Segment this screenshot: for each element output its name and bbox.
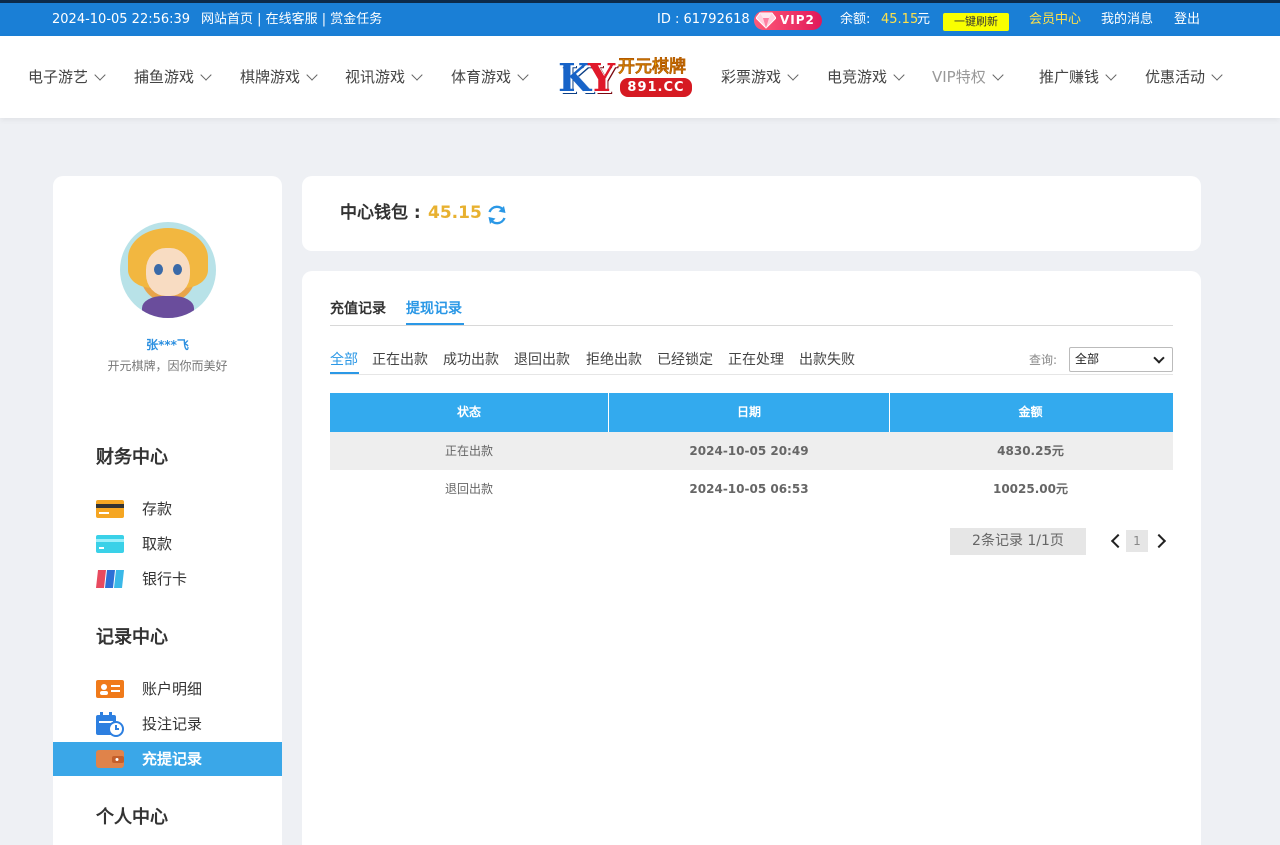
pager-prev-icon[interactable] <box>1110 533 1126 549</box>
tab-withdraw-records[interactable]: 提现记录 <box>406 298 462 318</box>
site-logo[interactable]: KY 开元棋牌 891.CC <box>558 56 696 100</box>
column-date: 日期 <box>736 405 761 419</box>
datetime: 2024-10-05 22:56:39 <box>52 12 191 27</box>
wallet-card: 中心钱包 : 45.15 <box>302 176 1201 251</box>
user-id: ID : 61792618 <box>657 12 750 27</box>
filter-success-payout[interactable]: 成功出款 <box>443 349 499 369</box>
chevron-down-icon <box>306 69 318 81</box>
calendar-clock-icon <box>96 712 124 737</box>
table-row: 正在出款 2024-10-05 20:49 4830.25元 <box>330 432 1173 470</box>
row-amount: 4830.25元 <box>997 444 1064 458</box>
balance-label: 余额: <box>840 12 871 27</box>
chevron-down-icon <box>411 69 423 81</box>
nav-item-slots[interactable]: 电子游艺 <box>28 36 106 118</box>
logo-name: 开元棋牌 <box>618 57 686 77</box>
pager-page-1[interactable]: 1 <box>1126 530 1148 552</box>
table-row: 退回出款 2024-10-05 06:53 10025.00元 <box>330 470 1173 508</box>
nav-item-lottery[interactable]: 彩票游戏 <box>721 36 799 118</box>
query-select[interactable]: 全部 <box>1069 347 1173 372</box>
chevron-down-icon <box>200 69 212 81</box>
pager-next-icon[interactable] <box>1151 533 1167 549</box>
table-header: 状态 日期 金额 <box>330 393 1173 432</box>
id-card-icon <box>96 680 124 698</box>
nav-item-vip[interactable]: VIP特权 <box>932 36 1004 118</box>
chevron-down-icon <box>992 69 1004 81</box>
nav-item-promote[interactable]: 推广赚钱 <box>1039 36 1117 118</box>
sidebar-item-deposit-withdraw-records[interactable]: 充提记录 <box>53 742 282 776</box>
sidebar-item-bet-records[interactable]: 投注记录 <box>53 707 282 741</box>
bank-card-icon <box>96 570 124 588</box>
logout-link[interactable]: 登出 <box>1174 3 1200 36</box>
filter-divider <box>330 374 1173 375</box>
chevron-down-icon <box>893 69 905 81</box>
balance-value: 45.15 <box>881 12 919 27</box>
records-panel: 充值记录 提现记录 全部 正在出款 成功出款 退回出款 拒绝出款 已经锁定 正在… <box>302 271 1201 845</box>
nav-item-fishing[interactable]: 捕鱼游戏 <box>134 36 212 118</box>
chevron-down-icon <box>1105 69 1117 81</box>
chevron-down-icon <box>1153 352 1165 364</box>
personal-center-title: 个人中心 <box>96 807 168 828</box>
wallet-label: 中心钱包 : <box>340 203 421 223</box>
tab-divider <box>330 325 1173 326</box>
chevron-down-icon <box>787 69 799 81</box>
filter-processing-payout[interactable]: 正在出款 <box>372 349 428 369</box>
pager-info: 2条记录 1/1页 <box>950 528 1086 555</box>
nav-item-live[interactable]: 视讯游戏 <box>345 36 423 118</box>
nav-item-esports[interactable]: 电竞游戏 <box>827 36 905 118</box>
vip-level: VIP2 <box>780 13 815 27</box>
filter-returned-payout[interactable]: 退回出款 <box>514 349 570 369</box>
member-center-link[interactable]: 会员中心 <box>1029 3 1081 36</box>
column-amount: 金额 <box>1018 405 1043 419</box>
wallet-amount: 45.15 <box>428 203 482 223</box>
finance-center-title: 财务中心 <box>96 447 168 468</box>
filter-all[interactable]: 全部 <box>330 349 358 369</box>
wallet-card-icon <box>96 535 124 553</box>
nav-item-promotions[interactable]: 优惠活动 <box>1145 36 1223 118</box>
nav-item-sports[interactable]: 体育游戏 <box>451 36 529 118</box>
records-table: 状态 日期 金额 正在出款 2024-10-05 20:49 4830.25元 … <box>330 393 1173 508</box>
row-status: 正在出款 <box>444 444 493 458</box>
sidebar-item-withdraw[interactable]: 取款 <box>53 527 282 561</box>
row-amount: 10025.00元 <box>992 482 1068 496</box>
filter-locked[interactable]: 已经锁定 <box>657 349 713 369</box>
filter-payout-failed[interactable]: 出款失败 <box>799 349 855 369</box>
query-label: 查询: <box>1029 353 1058 367</box>
records-center-title: 记录中心 <box>96 627 168 648</box>
filter-in-process[interactable]: 正在处理 <box>728 349 784 369</box>
sidebar-item-account-details[interactable]: 账户明细 <box>53 672 282 706</box>
logo-ky: KY <box>558 55 615 100</box>
refresh-all-button[interactable]: 一键刷新 <box>943 13 1009 31</box>
top-bar: 2024-10-05 22:56:39 网站首页 | 在线客服 | 赏金任务 I… <box>0 0 1280 36</box>
row-status: 退回出款 <box>444 482 493 496</box>
my-messages-link[interactable]: 我的消息 <box>1101 3 1153 36</box>
username: 张***飞 <box>146 338 189 352</box>
sidebar: 张***飞 开元棋牌，因你而美好 财务中心 存款 取款 银行卡 记录中心 账户明… <box>53 176 282 845</box>
nav-item-chess-cards[interactable]: 棋牌游戏 <box>240 36 318 118</box>
chevron-down-icon <box>1211 69 1223 81</box>
refresh-icon[interactable] <box>485 203 509 227</box>
chevron-down-icon <box>517 69 529 81</box>
diamond-icon <box>756 12 776 29</box>
sidebar-item-deposit[interactable]: 存款 <box>53 492 282 526</box>
filter-rejected-payout[interactable]: 拒绝出款 <box>586 349 642 369</box>
wallet-icon <box>96 750 124 768</box>
logo-domain: 891.CC <box>620 78 692 97</box>
chevron-down-icon <box>94 69 106 81</box>
avatar <box>120 222 216 318</box>
sidebar-item-bankcard[interactable]: 银行卡 <box>53 562 282 596</box>
balance-unit: 元 <box>917 12 931 27</box>
tab-deposit-records[interactable]: 充值记录 <box>330 298 386 318</box>
vip-badge: VIP2 <box>754 11 822 30</box>
column-status: 状态 <box>456 405 481 419</box>
row-date: 2024-10-05 20:49 <box>689 444 809 458</box>
top-links[interactable]: 网站首页 | 在线客服 | 赏金任务 <box>201 3 382 36</box>
row-date: 2024-10-05 06:53 <box>689 482 809 496</box>
motto: 开元棋牌，因你而美好 <box>107 359 228 373</box>
card-icon <box>96 500 124 518</box>
